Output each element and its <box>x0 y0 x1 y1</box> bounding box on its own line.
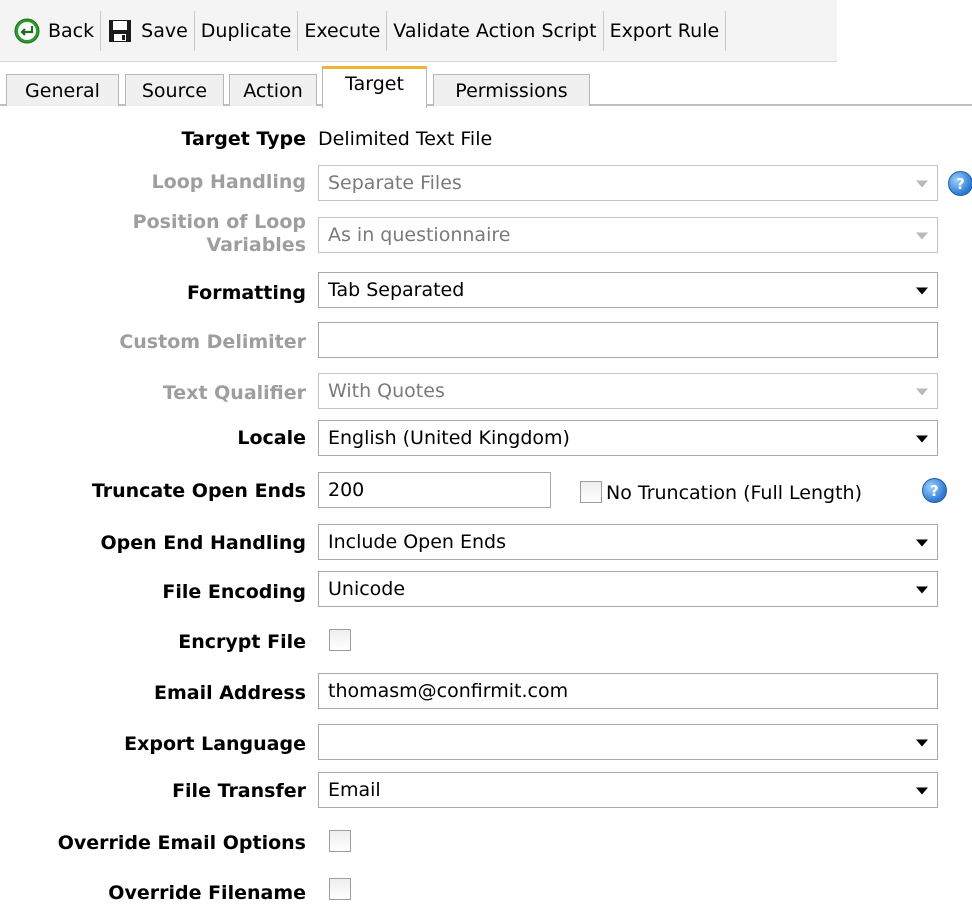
formatting-value: Tab Separated <box>328 279 465 301</box>
text-qualifier-select[interactable]: With Quotes <box>318 373 938 409</box>
back-arrow-icon <box>14 18 40 44</box>
position-loop-label: Position of Loop Variables <box>132 211 306 256</box>
chevron-down-icon <box>916 435 928 443</box>
target-type-value: Delimited Text File <box>318 128 493 150</box>
locale-value: English (United Kingdom) <box>328 427 570 449</box>
tab-label: Target <box>345 72 404 95</box>
chevron-down-icon <box>916 180 928 188</box>
export-language-label: Export Language <box>124 733 306 755</box>
back-button[interactable]: Back <box>8 11 100 51</box>
open-end-handling-label: Open End Handling <box>100 532 306 554</box>
custom-delimiter-input[interactable] <box>318 322 938 358</box>
duplicate-button[interactable]: Duplicate <box>195 11 298 51</box>
truncate-open-ends-input[interactable]: 200 <box>318 472 551 508</box>
text-qualifier-label: Text Qualifier <box>162 382 306 404</box>
export-rule-button[interactable]: Export Rule <box>604 11 726 51</box>
tab-action[interactable]: Action <box>229 74 317 106</box>
toolbar: Back Save Duplicate Execute Validate Act… <box>0 0 837 62</box>
custom-delimiter-label: Custom Delimiter <box>119 331 306 353</box>
file-encoding-value: Unicode <box>328 578 406 600</box>
locale-select[interactable]: English (United Kingdom) <box>318 420 938 456</box>
save-button[interactable]: Save <box>101 11 194 51</box>
save-label: Save <box>141 19 188 42</box>
email-address-input[interactable]: thomasm@confirmit.com <box>318 673 938 709</box>
no-truncation-checkbox[interactable] <box>580 481 602 503</box>
override-filename-checkbox[interactable] <box>329 878 351 900</box>
chevron-down-icon <box>916 539 928 547</box>
chevron-down-icon <box>916 739 928 747</box>
tab-bar: General Source Action Target Permissions <box>0 66 972 108</box>
truncate-open-ends-label: Truncate Open Ends <box>91 480 306 502</box>
tab-general[interactable]: General <box>6 74 119 106</box>
text-qualifier-value: With Quotes <box>328 380 445 402</box>
help-icon[interactable]: ? <box>922 478 947 503</box>
chevron-down-icon <box>916 232 928 240</box>
tab-label: Permissions <box>455 79 568 102</box>
back-label: Back <box>48 19 95 42</box>
override-filename-label: Override Filename <box>108 882 306 904</box>
validate-label: Validate Action Script <box>393 19 597 42</box>
target-type-label: Target Type <box>181 128 306 150</box>
execute-label: Execute <box>304 19 381 42</box>
help-icon[interactable]: ? <box>948 171 972 196</box>
validate-action-script-button[interactable]: Validate Action Script <box>387 11 602 51</box>
file-transfer-value: Email <box>328 779 381 801</box>
chevron-down-icon <box>916 287 928 295</box>
tab-label: General <box>25 79 100 102</box>
tab-label: Source <box>141 79 208 102</box>
loop-handling-value: Separate Files <box>328 172 462 194</box>
formatting-label: Formatting <box>186 282 306 304</box>
chevron-down-icon <box>916 787 928 795</box>
override-email-options-checkbox[interactable] <box>329 830 351 852</box>
open-end-handling-select[interactable]: Include Open Ends <box>318 524 938 560</box>
export-rule-label: Export Rule <box>609 19 720 42</box>
email-address-label: Email Address <box>153 682 306 704</box>
chevron-down-icon <box>916 586 928 594</box>
floppy-disk-icon <box>107 18 133 44</box>
open-end-handling-value: Include Open Ends <box>328 531 506 553</box>
chevron-down-icon <box>916 388 928 396</box>
formatting-select[interactable]: Tab Separated <box>318 272 938 308</box>
encrypt-file-label: Encrypt File <box>178 631 306 653</box>
encrypt-file-checkbox[interactable] <box>329 629 351 651</box>
tab-permissions[interactable]: Permissions <box>433 74 590 106</box>
loop-handling-select[interactable]: Separate Files <box>318 165 938 201</box>
tab-source[interactable]: Source <box>125 74 224 106</box>
position-loop-value: As in questionnaire <box>328 224 511 246</box>
tab-target[interactable]: Target <box>322 66 427 108</box>
file-transfer-label: File Transfer <box>172 780 306 802</box>
execute-button[interactable]: Execute <box>298 11 386 51</box>
duplicate-label: Duplicate <box>200 19 292 42</box>
tab-label: Action <box>243 79 303 102</box>
export-language-select[interactable] <box>318 724 938 760</box>
no-truncation-label: No Truncation (Full Length) <box>606 482 862 504</box>
file-encoding-select[interactable]: Unicode <box>318 571 938 607</box>
truncate-open-ends-value: 200 <box>328 479 365 501</box>
email-address-value: thomasm@confirmit.com <box>328 680 569 702</box>
toolbar-separator <box>725 10 727 51</box>
loop-handling-label: Loop Handling <box>151 171 306 193</box>
file-transfer-select[interactable]: Email <box>318 772 938 808</box>
locale-label: Locale <box>237 427 306 449</box>
file-encoding-label: File Encoding <box>162 581 306 603</box>
override-email-options-label: Override Email Options <box>57 832 306 854</box>
position-loop-select[interactable]: As in questionnaire <box>318 217 938 253</box>
